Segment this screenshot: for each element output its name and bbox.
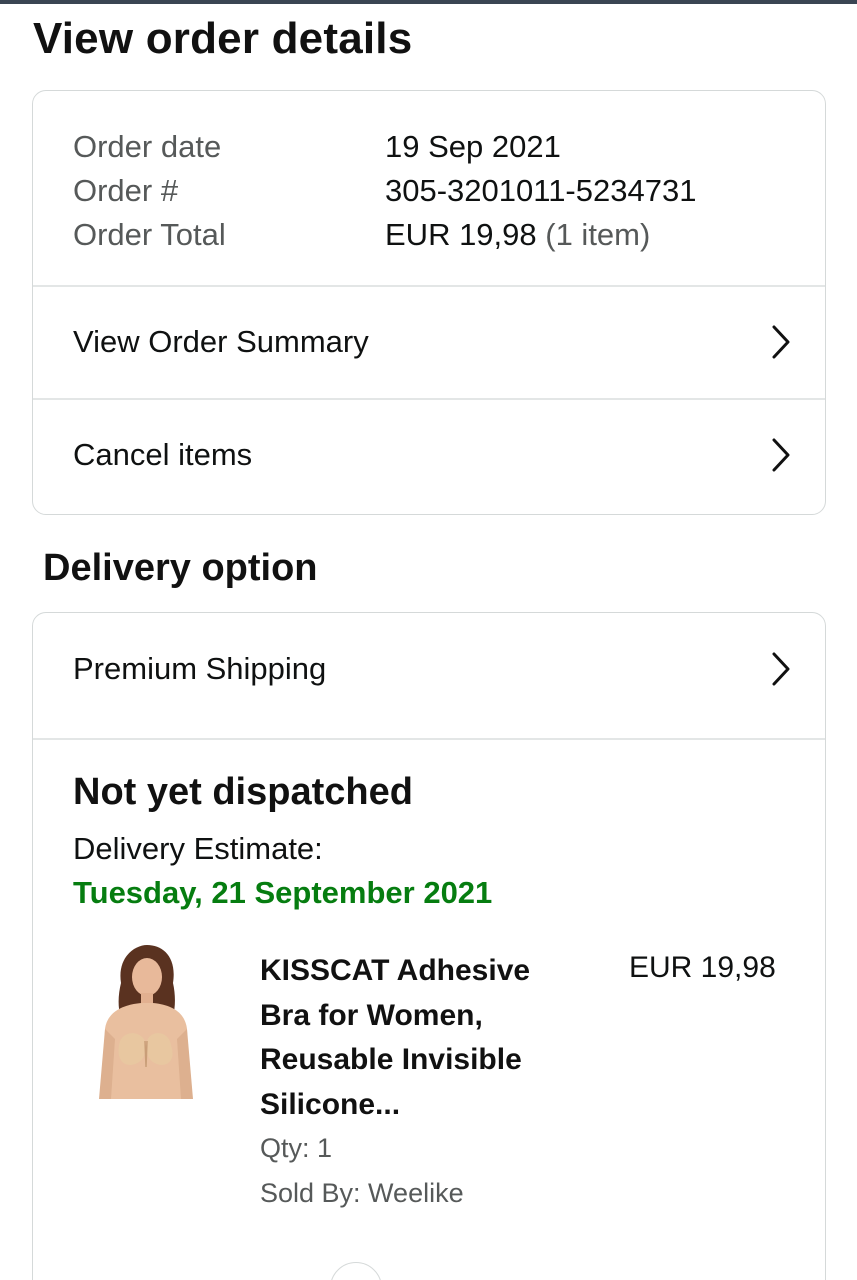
divider: [33, 738, 825, 740]
chevron-right-icon: [772, 652, 790, 686]
product-thumbnail[interactable]: [91, 943, 199, 1099]
delivery-estimate-date: Tuesday, 21 September 2021: [73, 875, 493, 910]
order-total-label: Order Total: [73, 217, 226, 252]
view-order-summary-label: View Order Summary: [73, 324, 369, 359]
product-seller: Sold By: Weelike: [260, 1178, 464, 1208]
order-number-value: 305-3201011-5234731: [385, 173, 697, 208]
premium-shipping-label: Premium Shipping: [73, 651, 327, 686]
shipment-status: Not yet dispatched: [73, 771, 413, 813]
chevron-right-icon: [772, 325, 790, 359]
order-date-label: Order date: [73, 129, 222, 164]
delivery-card: Premium Shipping Not yet dispatched Deli…: [32, 612, 826, 1280]
page-title: View order details: [33, 14, 413, 63]
cancel-items-button[interactable]: Cancel items: [33, 399, 825, 511]
chevron-right-icon: [772, 438, 790, 472]
delivery-estimate-label: Delivery Estimate:: [73, 831, 323, 866]
product-quantity: Qty: 1: [260, 1133, 333, 1163]
order-total-value: EUR 19,98 (1 item): [385, 215, 650, 255]
premium-shipping-button[interactable]: Premium Shipping: [33, 613, 825, 725]
order-info-card: Order date 19 Sep 2021 Order # 305-32010…: [32, 90, 826, 515]
order-number-label: Order #: [73, 173, 179, 208]
order-info-block: Order date 19 Sep 2021 Order # 305-32010…: [33, 91, 825, 286]
cancel-items-label: Cancel items: [73, 437, 253, 472]
view-order-summary-button[interactable]: View Order Summary: [33, 286, 825, 398]
order-item-count: (1 item): [536, 217, 651, 252]
status-bar-edge: [0, 0, 857, 4]
product-price: EUR 19,98: [629, 951, 776, 984]
product-title[interactable]: KISSCAT Adhesive Bra for Women, Reusable…: [260, 949, 570, 1127]
order-total-amount: EUR 19,98: [385, 217, 537, 252]
delivery-section-title: Delivery option: [43, 547, 318, 589]
order-date-value: 19 Sep 2021: [385, 129, 561, 164]
